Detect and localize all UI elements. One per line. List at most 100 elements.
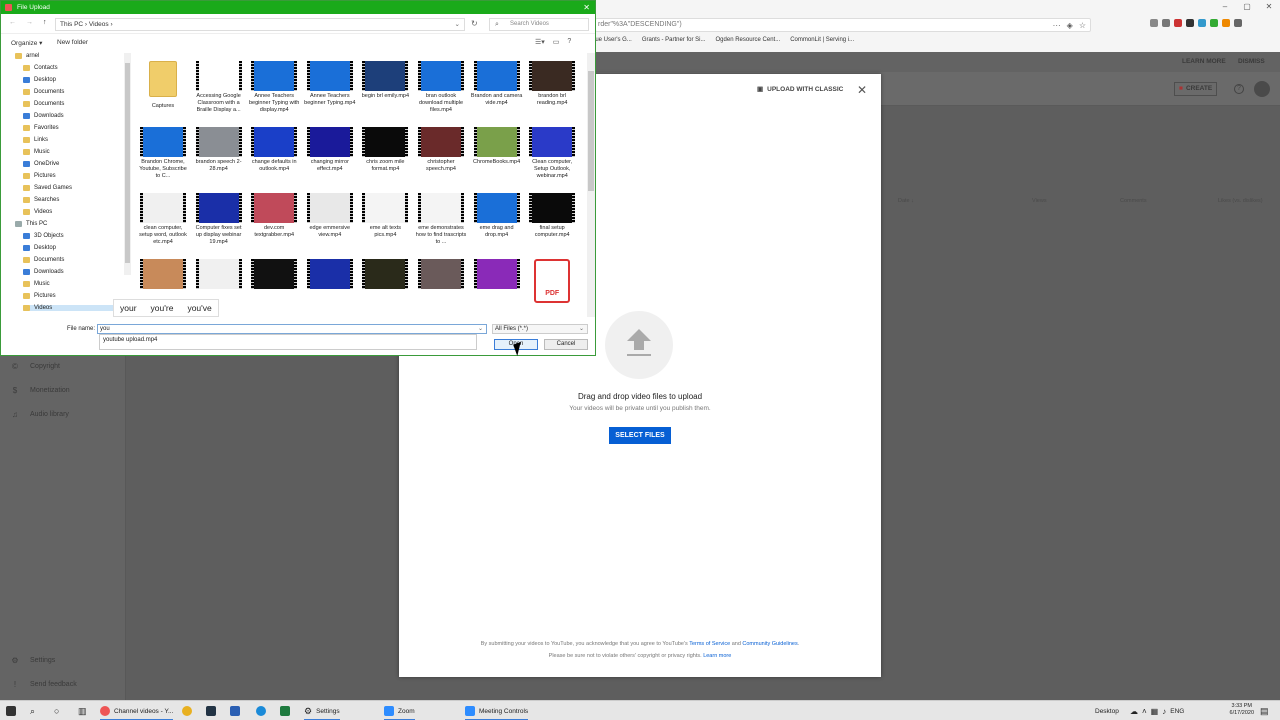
file-item[interactable]: PDF [526,259,578,305]
create-button[interactable]: ■ CREATE [1174,82,1218,96]
tree-item[interactable]: arnel [15,53,123,59]
extension-dark-icon[interactable] [1186,19,1194,27]
taskbar-word[interactable] [230,704,240,718]
up-icon[interactable]: ↑ [43,19,47,26]
tree-item[interactable]: Music [23,149,123,155]
extension-blue-icon[interactable] [1198,19,1206,27]
chevron-down-icon[interactable]: ⌄ [455,19,460,30]
more-icon[interactable]: ··· [1053,20,1061,32]
path-breadcrumb[interactable]: This PC › Videos › ⌄ [55,18,465,31]
address-bar[interactable]: rder"%3A"DESCENDING") ··· ◈ ☆ [595,18,1091,32]
suggestion-item[interactable]: you've [187,303,211,313]
file-item[interactable]: eme alt texts pics.mp4 [359,193,411,239]
tree-item[interactable]: Favorites [23,125,123,131]
learn-more-link[interactable]: Learn more [703,653,731,659]
bookmark-item[interactable]: CommonLit | Serving i... [790,37,854,43]
suggestion-item[interactable]: you're [151,303,174,313]
search-button[interactable]: ⌕ [30,704,35,718]
taskbar-excel[interactable] [280,704,290,718]
upload-with-classic-button[interactable]: ▣ UPLOAD WITH CLASSIC [757,85,843,94]
tree-item[interactable]: Saved Games [23,185,123,191]
tree-item[interactable]: Links [23,137,123,143]
file-item[interactable] [415,259,467,291]
taskbar-firefox[interactable]: Channel videos - Y... [100,704,174,720]
tree-item[interactable]: Downloads [23,269,123,275]
avatar[interactable] [1254,81,1270,97]
new-folder-button[interactable]: New folder [57,39,88,46]
tree-item[interactable]: Videos [23,305,123,311]
tree-item[interactable]: Desktop [23,245,123,251]
file-item[interactable]: bran outlook download multiple files.mp4 [415,61,467,114]
terms-of-service-link[interactable]: Terms of Service [689,641,730,647]
file-item[interactable]: edge emmersive view.mp4 [304,193,356,239]
sidebar-item-audio-library[interactable]: ♫ Audio library [10,410,69,419]
maximize-icon[interactable]: ▢ [1236,0,1258,14]
sidebar-item-copyright[interactable]: © Copyright [10,362,60,371]
learn-more-link[interactable]: LEARN MORE [1182,58,1226,65]
tree-item[interactable]: OneDrive [23,161,123,167]
navigation-scrollbar[interactable] [124,53,131,275]
sidebar-item-settings[interactable]: ⚙ Settings [10,656,55,665]
tree-item[interactable]: Videos [23,209,123,215]
scrollbar-thumb[interactable] [125,63,130,263]
file-type-select[interactable]: All Files (*.*) ⌄ [492,324,588,334]
file-item[interactable]: Brandon Chrome, Youtube, Subscribe to C.… [137,127,189,180]
file-item[interactable]: changing mirror effect.mp4 [304,127,356,173]
volume-icon[interactable]: ♪ [1162,707,1166,716]
file-item[interactable]: dev.com textgrabber.mp4 [248,193,300,239]
taskbar-edge[interactable] [256,704,266,718]
tree-item[interactable]: Documents [23,257,123,263]
taskbar-zoom[interactable]: Zoom [384,704,415,720]
autocomplete-item[interactable]: youtube upload.mp4 [103,337,157,343]
file-item[interactable]: chris zoom mile format.mp4 [359,127,411,173]
file-list-scrollbar[interactable] [587,53,595,317]
view-options-icon[interactable]: ☰▾ [535,38,545,46]
file-name-field[interactable]: you ⌄ [97,324,487,334]
tree-item[interactable]: 3D Objects [23,233,123,239]
file-item[interactable]: brandon brl reading.mp4 [526,61,578,107]
network-icon[interactable]: ▦ [1151,707,1159,716]
cancel-button[interactable]: Cancel [544,339,588,350]
file-item[interactable]: change defaults in outlook.mp4 [248,127,300,173]
clock[interactable]: 3:33 PM 6/17/2020 [1230,703,1254,717]
file-item[interactable]: eme drag and drop.mp4 [471,193,523,239]
refresh-icon[interactable]: ↻ [471,19,478,28]
select-files-button[interactable]: SELECT FILES [609,427,671,444]
onedrive-icon[interactable]: ☁ [1130,707,1138,716]
extension-red-icon[interactable] [1174,19,1182,27]
menu-icon[interactable] [1234,19,1242,27]
help-icon[interactable]: ? [567,38,571,46]
taskbar-settings[interactable]: ⚙ Settings [304,704,340,720]
column-header-comments[interactable]: Comments [1120,198,1147,204]
organize-menu[interactable]: Organize ▾ [11,39,42,47]
close-icon[interactable]: ✕ [1258,0,1280,14]
sidebar-item-monetization[interactable]: $ Monetization [10,386,70,395]
chevron-down-icon[interactable]: ⌄ [579,325,584,333]
file-item[interactable]: eme demonstrates how to find trascripts … [415,193,467,246]
scrollbar-thumb[interactable] [588,71,594,191]
chevron-up-icon[interactable]: ˄ [1142,707,1147,716]
tree-item[interactable]: Documents [23,101,123,107]
sidebar-item-send-feedback[interactable]: ! Send feedback [10,680,77,689]
tree-item[interactable]: This PC [15,221,123,227]
file-item[interactable]: Accessing Google Classroom with a Braill… [193,61,245,114]
tree-item[interactable]: Downloads [23,113,123,119]
extension-green-icon[interactable] [1210,19,1218,27]
back-icon[interactable]: ← [9,19,16,26]
close-icon[interactable]: ✕ [583,1,590,14]
file-item[interactable]: clean computer, setup word, outlook etc.… [137,193,189,246]
community-guidelines-link[interactable]: Community Guidelines [742,641,797,647]
star-icon[interactable]: ☆ [1079,20,1086,32]
tree-item[interactable]: Pictures [23,173,123,179]
column-header-date[interactable]: Date ↓ [898,198,914,204]
library-icon[interactable] [1150,19,1158,27]
tree-item[interactable]: Contacts [23,65,123,71]
file-item[interactable]: Clean computer, Setup Outlook, webinar.m… [526,127,578,180]
column-header-likes[interactable]: Likes (vs. dislikes) [1218,198,1263,204]
folder-item[interactable]: Captures [137,61,189,110]
file-item[interactable] [304,259,356,291]
file-item[interactable] [248,259,300,291]
start-button[interactable] [6,704,16,718]
file-item[interactable]: final setup computer.mp4 [526,193,578,239]
taskbar-meeting-controls[interactable]: Meeting Controls [465,704,529,720]
